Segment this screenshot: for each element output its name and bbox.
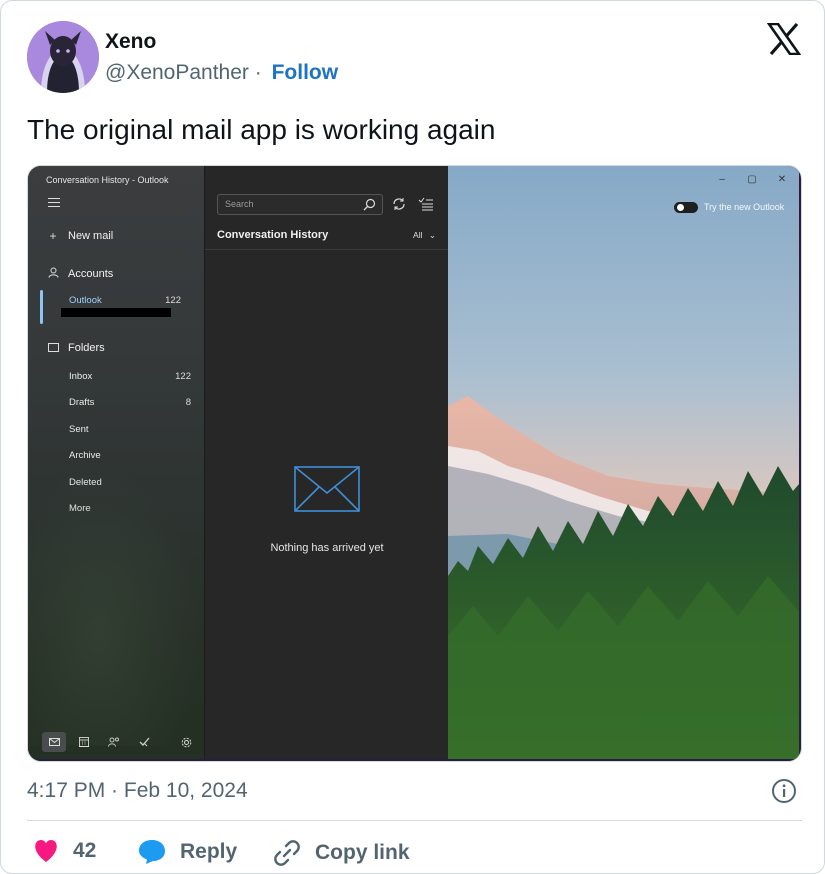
new-mail-button[interactable]: + New mail [46,229,113,243]
like-button[interactable]: 42 [33,839,96,863]
drafts-count: 8 [185,397,191,408]
tweet-card: Xeno @XenoPanther · Follow The original … [0,0,825,874]
folder-icon [46,341,60,355]
folder-deleted[interactable]: Deleted [69,477,102,488]
account-count: 122 [165,295,181,306]
try-new-outlook-label: Try the new Outlook [704,202,785,212]
folder-inbox[interactable]: Inbox [69,371,92,382]
separator-dot: · [254,61,262,84]
minimize-button[interactable]: – [715,174,729,185]
close-button[interactable]: ✕ [775,174,789,185]
maximize-button[interactable]: ▢ [745,174,759,185]
new-mail-label: New mail [68,230,114,242]
folder-title: Conversation History [217,229,329,241]
account-outlook[interactable]: Outlook [69,295,102,306]
accounts-header[interactable]: Accounts [46,267,113,281]
bottom-app-bar [28,724,204,759]
sync-icon[interactable] [391,196,407,212]
avatar[interactable] [27,21,99,93]
display-name[interactable]: Xeno [105,29,156,55]
reply-bubble-icon [139,840,165,864]
hamburger-menu-icon[interactable] [48,198,60,208]
follow-button[interactable]: Follow [272,61,339,84]
divider [205,249,449,250]
envelope-icon [294,466,360,512]
search-input[interactable]: Search [225,199,254,209]
search-icon[interactable] [363,198,376,211]
folder-archive[interactable]: Archive [69,450,101,461]
handle-row: @XenoPanther · Follow [105,60,338,86]
folders-label: Folders [68,342,105,354]
empty-state-message: Nothing has arrived yet [270,542,384,554]
tweet-media[interactable]: Conversation History - Outlook + New mai… [27,165,802,762]
folders-header[interactable]: Folders [46,341,105,355]
copy-link-button[interactable]: Copy link [273,839,410,867]
divider [27,820,802,821]
copy-link-label: Copy link [315,841,410,864]
reading-pane: – ▢ ✕ Try the new Outlook [448,166,799,759]
settings-icon[interactable] [174,732,198,752]
link-icon [274,840,300,866]
mail-nav-pane: Conversation History - Outlook + New mai… [28,166,204,759]
like-count: 42 [73,839,97,862]
person-icon [46,267,60,281]
tweet-text: The original mail app is working again [27,114,496,145]
selection-mode-icon[interactable] [418,196,434,212]
filter-label: All [413,230,423,240]
heart-icon [35,840,57,862]
search-box[interactable]: Search [217,194,383,215]
people-icon[interactable] [102,732,126,752]
tweet-timestamp[interactable]: 4:17 PM · Feb 10, 2024 [27,778,248,804]
inbox-count: 122 [175,371,191,382]
message-list-pane: Search Conversation History All ⌄ Nothin… [204,166,449,759]
folder-sent[interactable]: Sent [69,424,89,435]
todo-icon[interactable] [132,732,156,752]
plus-icon: + [49,229,57,243]
try-new-outlook-toggle[interactable] [674,202,698,213]
filter-dropdown[interactable]: All ⌄ [413,230,436,241]
redacted-email [61,308,171,317]
folder-more[interactable]: More [69,503,91,514]
accounts-label: Accounts [68,268,114,280]
folder-drafts[interactable]: Drafts [69,397,94,408]
window-title: Conversation History - Outlook [46,175,169,185]
wallpaper-image [448,166,799,759]
mail-icon[interactable] [42,732,66,752]
chevron-down-icon: ⌄ [428,230,436,240]
x-logo-icon[interactable] [766,22,802,56]
mail-app-window: Conversation History - Outlook + New mai… [28,166,799,759]
handle[interactable]: @XenoPanther [105,61,249,84]
reply-button[interactable]: Reply [138,839,237,865]
calendar-icon[interactable] [72,732,96,752]
info-icon[interactable] [771,778,797,804]
reply-label: Reply [180,840,238,863]
selected-indicator [40,290,43,324]
